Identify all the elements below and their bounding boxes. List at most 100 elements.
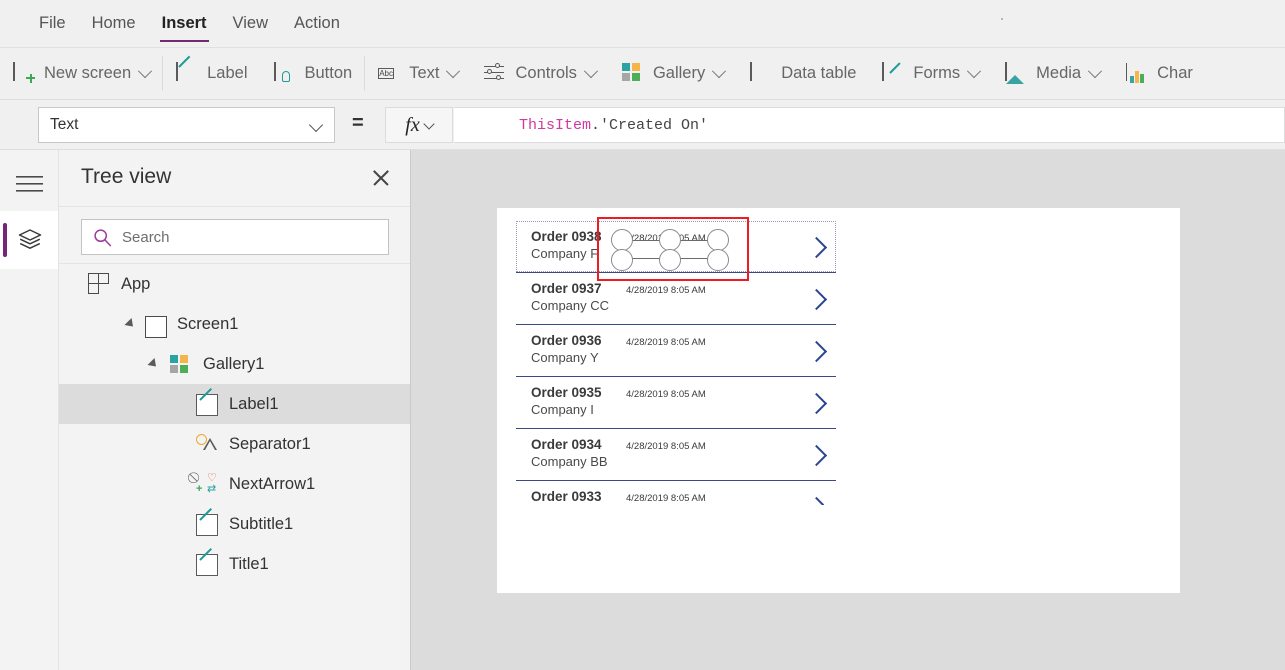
menu-bar: File Home Insert View Action (0, 0, 1285, 48)
ribbon-new-screen[interactable]: New screen (0, 48, 164, 99)
label-icon (176, 61, 198, 85)
tree-view-header: Tree view (59, 150, 410, 207)
ribbon-media[interactable]: Media (992, 48, 1113, 99)
ribbon-forms[interactable]: Forms (869, 48, 992, 99)
ribbon-label-label: Label (207, 64, 248, 82)
gallery-row[interactable]: Order 0934 Company BB 4/28/2019 8:05 AM (516, 429, 836, 481)
tree-item-separator1[interactable]: Separator1 (59, 424, 410, 464)
tree-item-label: Subtitle1 (229, 514, 294, 533)
row-subtitle: Company CC (531, 298, 610, 313)
ribbon-controls[interactable]: Controls (471, 48, 608, 99)
forms-icon (882, 61, 904, 85)
gallery1-control[interactable]: Order 0938 Company F 4/28/2019 8:05 AM O… (516, 221, 836, 554)
expand-twisty-icon[interactable] (124, 317, 137, 331)
gallery-row[interactable]: Order 0937 Company CC 4/28/2019 8:05 AM (516, 273, 836, 325)
tree-item-label: App (121, 274, 151, 293)
ribbon-data-table-label: Data table (781, 64, 857, 82)
data-table-icon (750, 61, 772, 85)
label-icon (196, 394, 218, 416)
title-dot (1001, 18, 1003, 20)
ribbon-gallery[interactable]: Gallery (609, 48, 737, 99)
next-arrow-icon[interactable] (807, 288, 824, 310)
menu-item-file[interactable]: File (26, 0, 79, 47)
media-icon (1005, 61, 1027, 85)
resize-handle-top-left[interactable] (611, 229, 633, 251)
tree-item-label: NextArrow1 (229, 474, 316, 493)
row-date: 4/28/2019 8:05 AM (626, 337, 706, 348)
search-icon (94, 228, 112, 246)
row-title: Order 0934 (531, 437, 602, 452)
next-arrow-icon[interactable] (807, 340, 824, 362)
chevron-down-icon (712, 63, 727, 78)
left-rail (0, 150, 59, 670)
ribbon-button[interactable]: Button (261, 48, 366, 99)
resize-handle-top-center[interactable] (659, 229, 681, 251)
resize-handle-top-right[interactable] (707, 229, 729, 251)
tree-view-panel: Tree view Search App Screen1 Gallery1 La… (59, 150, 411, 670)
ribbon-text-label: Text (409, 64, 440, 82)
ribbon-data-table[interactable]: Data table (737, 48, 869, 99)
ribbon-text[interactable]: Abc Text (365, 48, 471, 99)
property-dropdown-value: Text (50, 116, 79, 133)
next-arrow-icon[interactable] (807, 392, 824, 414)
search-input[interactable]: Search (81, 219, 389, 255)
equals-sign: = (352, 112, 364, 134)
chevron-down-icon (1088, 63, 1103, 78)
menu-item-action[interactable]: Action (281, 0, 353, 47)
resize-handle-bottom-left[interactable] (611, 249, 633, 271)
row-subtitle: Company F (531, 246, 599, 261)
tree-item-label1[interactable]: Label1 (59, 384, 410, 424)
row-subtitle: Company BB (531, 454, 608, 469)
ribbon-new-screen-label: New screen (44, 64, 132, 82)
new-screen-icon (13, 61, 35, 85)
property-dropdown[interactable]: Text (38, 107, 335, 143)
resize-handle-bottom-right[interactable] (707, 249, 729, 271)
controls-icon (484, 63, 506, 85)
app-screen-canvas[interactable]: Order 0938 Company F 4/28/2019 8:05 AM O… (497, 208, 1180, 593)
row-subtitle: Company I (531, 402, 594, 417)
search-placeholder: Search (122, 228, 170, 246)
next-arrow-icon[interactable] (807, 496, 824, 505)
close-icon[interactable] (371, 168, 391, 188)
gallery-row[interactable]: Order 0933 4/28/2019 8:05 AM (516, 481, 836, 533)
layers-icon (18, 229, 42, 249)
gallery-row[interactable]: Order 0935 Company I 4/28/2019 8:05 AM (516, 377, 836, 429)
shapes-icon (196, 433, 218, 455)
row-date: 4/28/2019 8:05 AM (626, 493, 706, 504)
tree-item-screen1[interactable]: Screen1 (59, 304, 410, 344)
ribbon-gallery-label: Gallery (652, 64, 706, 82)
menu-item-insert[interactable]: Insert (149, 0, 220, 47)
next-arrow-icon[interactable] (807, 236, 824, 258)
row-title: Order 0936 (531, 333, 602, 348)
tree-item-subtitle1[interactable]: Subtitle1 (59, 504, 410, 544)
icons-icon: ⃠ ♡ + ⇄ (196, 472, 217, 495)
formula-input[interactable]: ThisItem.'Created On' (454, 107, 1285, 143)
insert-ribbon: New screen Label Button Abc Text Control… (0, 48, 1285, 100)
tree-view-rail-button[interactable] (0, 211, 58, 269)
ribbon-forms-label: Forms (913, 64, 961, 82)
fx-button[interactable]: fx (385, 107, 453, 143)
tree-item-label: Screen1 (177, 314, 239, 333)
tree-item-label: Separator1 (229, 434, 311, 453)
resize-handle-bottom-center[interactable] (659, 249, 681, 271)
tree-item-nextarrow1[interactable]: ⃠ ♡ + ⇄ NextArrow1 (59, 464, 410, 504)
tree-item-app[interactable]: App (59, 264, 410, 304)
canvas-area: Order 0938 Company F 4/28/2019 8:05 AM O… (411, 150, 1285, 670)
next-arrow-icon[interactable] (807, 444, 824, 466)
ribbon-label[interactable]: Label (163, 48, 260, 99)
gallery-row[interactable]: Order 0936 Company Y 4/28/2019 8:05 AM (516, 325, 836, 377)
tree-item-title1[interactable]: Title1 (59, 544, 410, 584)
row-title: Order 0935 (531, 385, 602, 400)
menu-item-home[interactable]: Home (79, 0, 149, 47)
button-icon (273, 61, 296, 85)
chevron-down-icon (308, 117, 324, 133)
gallery-icon (170, 355, 192, 377)
hamburger-menu-icon[interactable] (16, 176, 43, 193)
menu-item-view[interactable]: View (220, 0, 281, 47)
power-apps-studio: File Home Insert View Action New screen … (0, 0, 1285, 670)
expand-twisty-icon[interactable] (147, 357, 160, 371)
tree-item-gallery1[interactable]: Gallery1 (59, 344, 410, 384)
chevron-down-icon (583, 63, 599, 78)
ribbon-charts[interactable]: Char (1113, 48, 1206, 99)
text-abc-icon: Abc (378, 67, 395, 79)
